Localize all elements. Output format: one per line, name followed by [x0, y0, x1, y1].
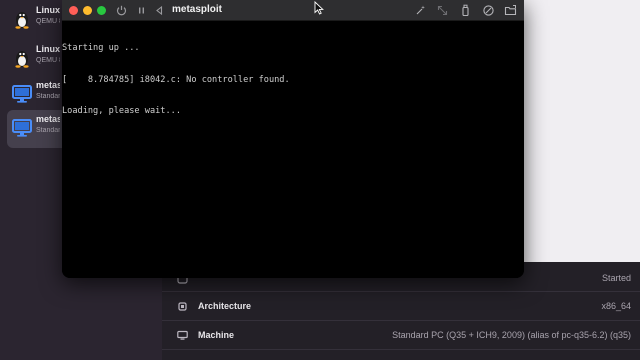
detail-value: Started: [601, 273, 631, 283]
detail-label: Machine: [198, 330, 235, 340]
disc-icon[interactable]: [482, 4, 495, 17]
console-line: [ 8.784785] i8042.c: No controller found…: [62, 74, 290, 85]
resize-icon[interactable]: [436, 4, 449, 17]
detail-value: x86_64: [601, 301, 631, 311]
detail-value: Standard PC (Q35 + ICH9, 2009) (alias of…: [392, 330, 631, 340]
magic-wand-icon[interactable]: [414, 4, 427, 17]
detail-row-machine: Machine Standard PC (Q35 + ICH9, 2009) (…: [162, 320, 640, 349]
monitor-icon: [177, 330, 188, 340]
cpu-chip-icon: [178, 302, 187, 311]
vm-console-screen[interactable]: Starting up ... [ 8.784785] i8042.c: No …: [62, 21, 524, 278]
sidebar-item-subtitle: QEMU 8.0 ARM: [36, 18, 60, 25]
linux-penguin-icon: [15, 51, 29, 68]
mouse-pointer-icon: [314, 1, 324, 15]
sidebar-item-name: metasploit: [36, 80, 60, 90]
sidebar-item-subtitle: Standard PC: [36, 93, 60, 100]
zoom-window-button[interactable]: [97, 6, 106, 15]
monitor-icon: [12, 119, 32, 137]
usb-drive-icon[interactable]: [459, 4, 472, 17]
console-line: Loading, please wait...: [62, 106, 181, 116]
window-title: metasploit: [172, 4, 223, 15]
close-window-button[interactable]: [69, 6, 78, 15]
detail-row-architecture: Architecture x86_64: [162, 291, 640, 320]
sidebar-item-subtitle: Standard PC: [36, 127, 60, 134]
detail-row-partial: [162, 349, 640, 360]
pause-icon[interactable]: [135, 4, 148, 17]
vm-display-window[interactable]: metasploit Starting up ... [ 8.784785] i…: [62, 0, 524, 278]
sidebar-item-subtitle: QEMU 8.0 ARM: [36, 57, 60, 64]
folder-icon[interactable]: [504, 4, 517, 17]
detail-label: Architecture: [198, 301, 252, 311]
sidebar-item-name: Linux: [36, 44, 60, 54]
monitor-icon: [12, 85, 32, 103]
linux-penguin-icon: [15, 12, 29, 29]
console-line: Starting up ...: [62, 43, 140, 53]
sidebar-item-name: metasploit: [36, 114, 60, 124]
sidebar-item-name: Linux: [36, 5, 60, 15]
back-icon[interactable]: [153, 4, 166, 17]
minimize-window-button[interactable]: [83, 6, 92, 15]
window-titlebar[interactable]: metasploit: [62, 0, 524, 21]
power-icon[interactable]: [115, 4, 128, 17]
